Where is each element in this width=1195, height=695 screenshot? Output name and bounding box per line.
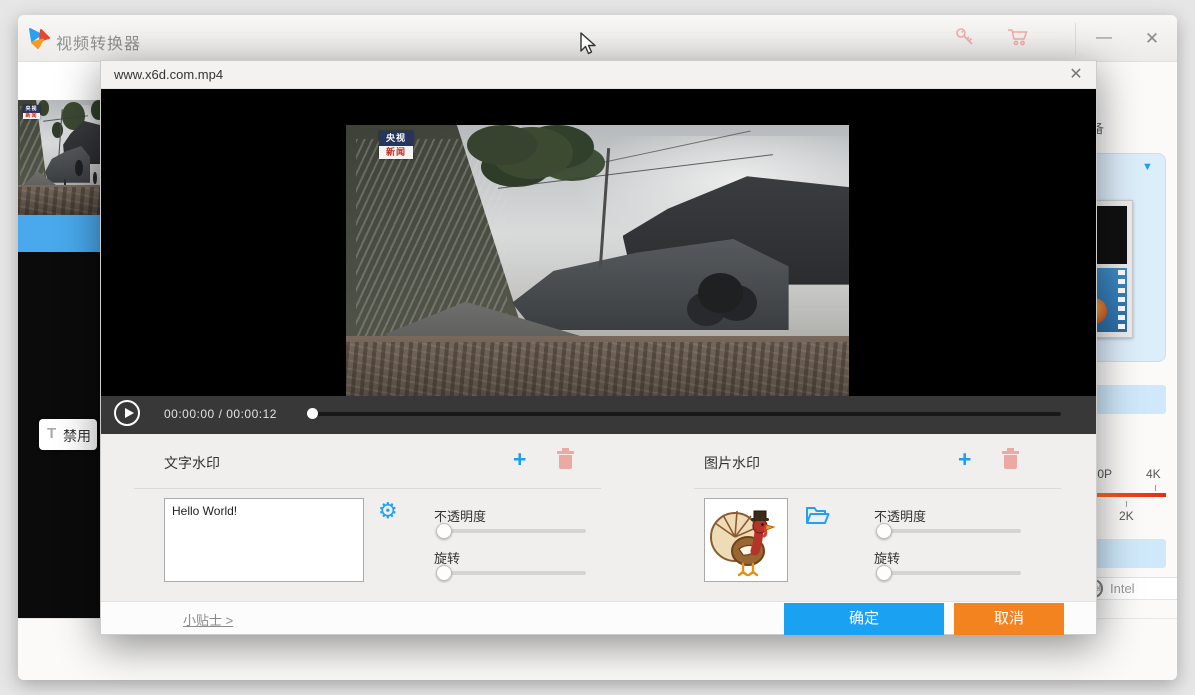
- time-total: 00:00:12: [226, 407, 277, 421]
- watermark-settings: 文字水印 + Hello World! ⚙ 不透明度 旋转 图片水印 +: [101, 434, 1096, 601]
- dialog-title: www.x6d.com.mp4: [114, 67, 223, 82]
- image-section-divider: [694, 488, 1061, 489]
- text-settings-gear-icon[interactable]: ⚙: [378, 500, 398, 522]
- image-opacity-slider[interactable]: [876, 529, 1021, 533]
- text-rotate-slider[interactable]: [436, 571, 586, 575]
- text-watermark-header: 文字水印: [164, 453, 220, 473]
- format-dropdown-icon[interactable]: ▼: [1142, 161, 1153, 173]
- browse-image-folder-icon[interactable]: [805, 505, 830, 526]
- delete-text-watermark-icon[interactable]: [559, 455, 572, 469]
- text-opacity-thumb[interactable]: [436, 523, 452, 539]
- time-separator: /: [219, 407, 223, 421]
- tips-link[interactable]: 小贴士 >: [183, 610, 233, 629]
- time-display: 00:00:00 / 00:00:12: [164, 407, 277, 421]
- app-title: 视频转换器: [56, 30, 141, 54]
- play-icon: [125, 408, 134, 418]
- image-rotate-label: 旋转: [874, 548, 900, 567]
- text-watermark-t-icon: T: [47, 425, 56, 442]
- resolution-tick-4k: [1155, 485, 1156, 491]
- image-opacity-thumb[interactable]: [876, 523, 892, 539]
- video-preview-area: 央视 新闻: [101, 89, 1096, 396]
- time-current: 00:00:00: [164, 407, 215, 421]
- dialog-footer: 小贴士 > 确定 取消: [101, 601, 1096, 634]
- cart-icon[interactable]: [1006, 26, 1030, 50]
- watermark-text-input[interactable]: Hello World!: [164, 498, 364, 582]
- delete-image-watermark-icon[interactable]: [1004, 455, 1017, 469]
- video-thumbnail[interactable]: 央视 新闻: [18, 100, 100, 215]
- watermark-image-preview[interactable]: [704, 498, 788, 582]
- text-opacity-slider[interactable]: [436, 529, 586, 533]
- ok-button[interactable]: 确定: [784, 603, 944, 635]
- add-image-watermark-button[interactable]: +: [958, 448, 971, 470]
- cancel-button[interactable]: 取消: [954, 603, 1064, 635]
- cctv-logo-small: 央视 新闻: [23, 105, 40, 119]
- playback-bar: 00:00:00 / 00:00:12: [101, 396, 1096, 434]
- screen: 视频转换器 — ✕ + 添加: [0, 0, 1195, 695]
- watermark-dialog: www.x6d.com.mp4 ✕ 央视 新闻: [100, 60, 1097, 635]
- close-button[interactable]: ✕: [1132, 23, 1172, 55]
- text-rotate-thumb[interactable]: [436, 565, 452, 581]
- cctv-news-logo: 央视 新闻: [379, 131, 413, 159]
- dialog-titlebar: www.x6d.com.mp4 ✕: [101, 61, 1096, 89]
- thumbnail-scene: 央视 新闻: [18, 100, 100, 215]
- seek-thumb[interactable]: [307, 408, 318, 419]
- video-frame: 央视 新闻: [346, 125, 849, 410]
- tab-disable-watermark[interactable]: T 禁用: [39, 419, 97, 450]
- mouse-cursor: [578, 32, 600, 56]
- image-watermark-header: 图片水印: [704, 453, 760, 473]
- play-button[interactable]: [114, 400, 140, 426]
- resolution-right-label: 4K: [1146, 467, 1161, 481]
- resolution-tick-2k: [1126, 501, 1127, 507]
- intel-label: Intel: [1110, 581, 1135, 596]
- dialog-close-button[interactable]: ✕: [1063, 64, 1089, 86]
- tab-disable-label: 禁用: [63, 426, 91, 446]
- register-key-icon[interactable]: [954, 26, 978, 50]
- titlebar-separator: [1075, 23, 1076, 55]
- app-logo-icon: [28, 27, 51, 50]
- add-text-watermark-button[interactable]: +: [513, 448, 526, 470]
- text-rotate-label: 旋转: [434, 548, 460, 567]
- resolution-mid-label: 2K: [1119, 509, 1134, 523]
- turkey-image: [705, 499, 787, 581]
- text-section-divider: [134, 488, 601, 489]
- image-rotate-slider[interactable]: [876, 571, 1021, 575]
- minimize-button[interactable]: —: [1084, 23, 1124, 55]
- image-rotate-thumb[interactable]: [876, 565, 892, 581]
- seek-bar[interactable]: [311, 412, 1061, 416]
- watermark-tabbar: T 禁用: [18, 215, 110, 252]
